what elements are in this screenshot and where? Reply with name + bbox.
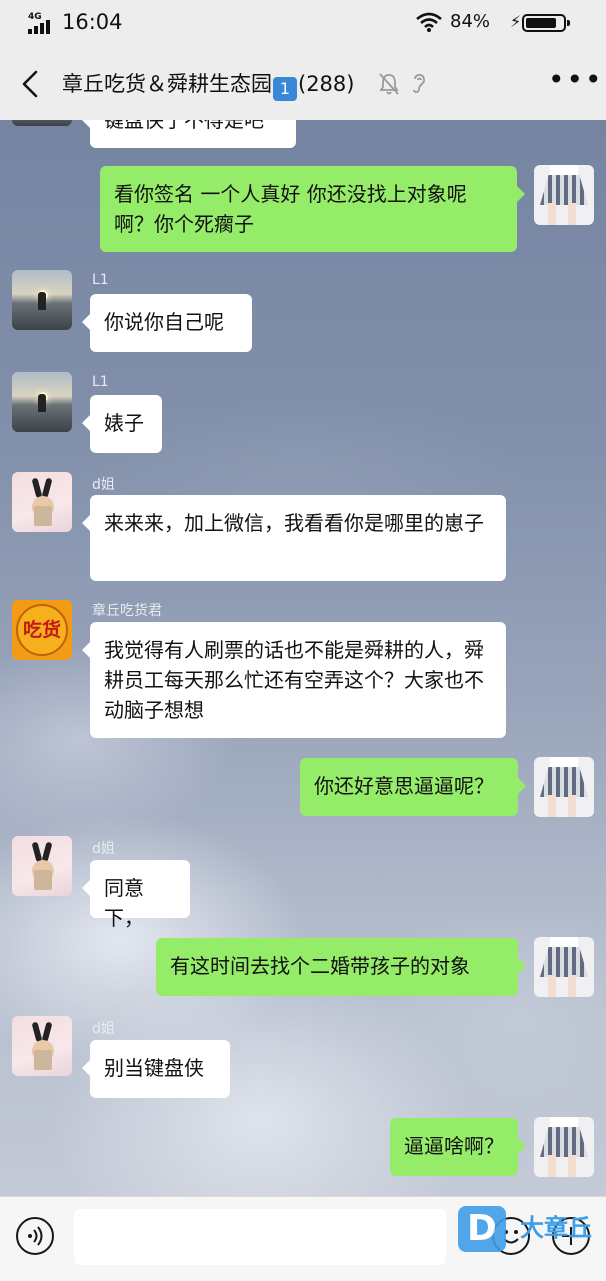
message-bubble[interactable]: 同意下， (82, 860, 190, 930)
muted-bell-icon (379, 73, 399, 95)
skirt-avatar[interactable] (534, 1117, 594, 1177)
message-bubble[interactable]: 你说你自己呢 (82, 294, 252, 352)
message-bubble[interactable]: 看你签名 一个人真好 你还没找上对象呢啊？你个死瘸子 (100, 166, 525, 252)
wifi-icon (416, 12, 442, 32)
logo-text: 吃货 (22, 619, 61, 641)
back-arrow-icon[interactable] (14, 64, 50, 104)
message-text: 看你签名 一个人真好 你还没找上对象呢啊？你个死瘸子 (114, 182, 467, 236)
member-count: (288) (298, 72, 355, 96)
bunny-avatar[interactable] (12, 472, 72, 532)
composer-bar (0, 1196, 606, 1281)
sender-name: d姐 (92, 841, 115, 857)
chat-title[interactable]: 章丘吃货＆舜耕生态园1(288) (62, 68, 354, 101)
skirt-avatar[interactable] (534, 937, 594, 997)
bunny-avatar[interactable] (12, 1016, 72, 1076)
foodie-logo-avatar[interactable]: 吃货 (12, 600, 72, 660)
message-bubble[interactable]: 逼逼啥啊？ (390, 1118, 526, 1176)
sunset-avatar[interactable] (12, 372, 72, 432)
bunny-avatar[interactable] (12, 836, 72, 896)
skirt-avatar[interactable] (534, 165, 594, 225)
watermark-logo-icon: D (458, 1206, 506, 1252)
message-text: 别当键盘侠 (104, 1056, 204, 1080)
message-text: 同意下， (104, 876, 144, 930)
sender-name: d姐 (92, 1021, 115, 1037)
skirt-avatar[interactable] (534, 757, 594, 817)
message-bubble[interactable]: 别当键盘侠 (82, 1040, 230, 1098)
message-text: 婊子 (104, 411, 144, 435)
more-options-icon[interactable]: ••• (548, 66, 602, 96)
message-input[interactable] (74, 1209, 446, 1265)
message-bubble[interactable]: 来来来，加上微信，我看看你是哪里的崽子 (82, 495, 506, 581)
message-text: 你还好意思逼逼呢？ (314, 774, 494, 798)
message-bubble[interactable]: 婊子 (82, 395, 162, 453)
sender-name: d姐 (92, 477, 115, 493)
sender-name: L1 (92, 374, 109, 390)
watermark-text: 大章丘 (520, 1214, 592, 1242)
message-bubble[interactable]: 你还好意思逼逼呢？ (300, 758, 526, 816)
status-bar: 4G 16:04 84% ⚡ (0, 0, 606, 48)
message-text: 逼逼啥啊？ (404, 1134, 504, 1158)
sender-name: 章丘吃货君 (92, 603, 162, 619)
network-type: 4G (28, 12, 42, 22)
message-bubble[interactable]: 有这时间去找个二婚带孩子的对象 (156, 938, 526, 996)
sunset-avatar[interactable] (12, 270, 72, 330)
cellular-signal-icon: 4G (28, 12, 56, 36)
earpiece-mode-icon (413, 73, 425, 94)
keycap-number-badge: 1 (273, 77, 297, 101)
group-name: 章丘吃货＆舜耕生态园 (62, 72, 272, 96)
message-text: 你说你自己呢 (104, 310, 224, 334)
voice-input-icon[interactable] (16, 1217, 54, 1255)
message-text: 来来来，加上微信，我看看你是哪里的崽子 (104, 511, 484, 535)
message-bubble[interactable]: 我觉得有人刷票的话也不能是舜耕的人，舜耕员工每天那么忙还有空弄这个？大家也不动脑… (82, 622, 506, 738)
sender-name: L1 (92, 272, 109, 288)
chat-header-overlay: 章丘吃货＆舜耕生态园 1 (288) ••• (0, 48, 606, 120)
battery-percent: 84% (450, 11, 491, 32)
status-time: 16:04 (62, 10, 123, 34)
message-text: 有这时间去找个二婚带孩子的对象 (170, 954, 470, 978)
charging-icon: ⚡ (510, 12, 522, 31)
message-text: 我觉得有人刷票的话也不能是舜耕的人，舜耕员工每天那么忙还有空弄这个？大家也不动脑… (104, 638, 484, 722)
battery-icon (522, 14, 570, 32)
